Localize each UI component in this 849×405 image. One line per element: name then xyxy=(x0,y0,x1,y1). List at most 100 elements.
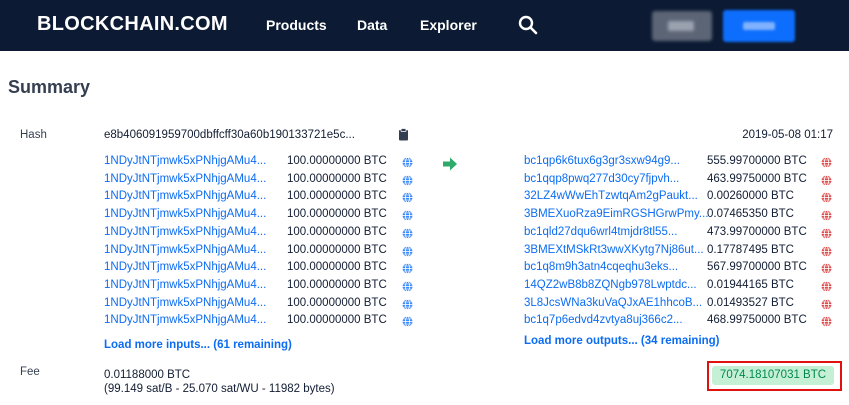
input-address-link[interactable]: 1NDyJtNTjmwk5xPNhjgAMu4... xyxy=(104,226,266,238)
output-amount: 0.01493527 BTC xyxy=(707,296,794,309)
output-amount: 0.07465350 BTC xyxy=(707,208,794,221)
copy-icon[interactable] xyxy=(398,128,409,141)
output-row: 3BMEXuoRza9EimRGSHGrwPmy... 0.07465350 BT… xyxy=(524,208,834,225)
input-address-link[interactable]: 1NDyJtNTjmwk5xPNhjgAMu4... xyxy=(104,208,266,220)
input-amount: 100.00000000 BTC xyxy=(287,243,387,256)
globe-icon[interactable] xyxy=(402,157,413,168)
input-row: 1NDyJtNTjmwk5xPNhjgAMu4... 100.00000000 B… xyxy=(104,261,414,278)
globe-icon[interactable] xyxy=(402,263,413,275)
nav-data[interactable]: Data xyxy=(357,17,387,33)
input-amount: 100.00000000 BTC xyxy=(287,172,387,185)
globe-icon[interactable] xyxy=(821,157,832,168)
input-amount: 100.00000000 BTC xyxy=(287,225,387,238)
input-amount: 100.00000000 BTC xyxy=(287,261,387,274)
output-address-link[interactable]: bc1qp6k6tux6g3gr3sxw94g9... xyxy=(524,155,680,167)
input-address-link[interactable]: 1NDyJtNTjmwk5xPNhjgAMu4... xyxy=(104,279,266,291)
output-address-link[interactable]: 3BMEXuoRza9EimRGSHGrwPmy... xyxy=(524,208,708,220)
input-row: 1NDyJtNTjmwk5xPNhjgAMu4... 100.00000000 B… xyxy=(104,279,414,296)
input-address-link[interactable]: 1NDyJtNTjmwk5xPNhjgAMu4... xyxy=(104,297,266,309)
input-row: 1NDyJtNTjmwk5xPNhjgAMu4... 100.00000000 B… xyxy=(104,314,414,331)
output-address-link[interactable]: 3L8JcsWNa3kuVaQJxAE1hhcoB... xyxy=(524,297,702,309)
load-more-inputs-link[interactable]: Load more inputs... (61 remaining) xyxy=(104,339,292,351)
input-amount: 100.00000000 BTC xyxy=(287,296,387,309)
globe-icon[interactable] xyxy=(821,280,832,292)
output-address-link[interactable]: 32LZ4wWwEhTzwtqAm2gPaukt... xyxy=(524,190,698,202)
search-icon[interactable] xyxy=(517,14,539,36)
output-row: bc1qp6k6tux6g3gr3sxw94g9... 555.99700000 … xyxy=(524,155,834,172)
input-amount: 100.00000000 BTC xyxy=(287,314,387,327)
output-row: 3L8JcsWNa3kuVaQJxAE1hhcoB... 0.01493527 B… xyxy=(524,297,834,314)
fee-value: 0.01188000 BTC xyxy=(104,369,191,381)
globe-icon[interactable] xyxy=(402,298,413,310)
globe-icon[interactable] xyxy=(821,316,832,328)
output-row: bc1q8m9h3atn4cqeqhu3eks... 567.99700000 B… xyxy=(524,261,834,278)
transaction-date: 2019-05-08 01:17 xyxy=(742,129,833,141)
fee-detail: (99.149 sat/B - 25.070 sat/WU - 11982 by… xyxy=(104,383,335,395)
load-more-outputs-link[interactable]: Load more outputs... (34 remaining) xyxy=(524,335,720,347)
globe-icon[interactable] xyxy=(821,210,832,221)
output-amount: 468.99750000 BTC xyxy=(707,314,807,327)
page-title: Summary xyxy=(8,77,91,97)
output-amount: 0.17787495 BTC xyxy=(707,243,794,256)
output-row: bc1qqp8pwq277d30cy7fjpvh... 463.99750000 … xyxy=(524,173,834,190)
total-output-badge: 7074.18107031 BTC xyxy=(712,366,834,385)
output-address-link[interactable]: bc1q7p6edvd4zvtya8uj366c2... xyxy=(524,314,683,326)
input-row: 1NDyJtNTjmwk5xPNhjgAMu4... 100.00000000 B… xyxy=(104,208,414,225)
nav-explorer[interactable]: Explorer xyxy=(420,17,477,33)
output-row: bc1qld27dqu6wrl4tmjdr8tl55... 473.9970000… xyxy=(524,226,834,243)
globe-icon[interactable] xyxy=(821,298,832,310)
input-address-link[interactable]: 1NDyJtNTjmwk5xPNhjgAMu4... xyxy=(104,261,266,273)
output-address-link[interactable]: bc1q8m9h3atn4cqeqhu3eks... xyxy=(524,261,678,273)
output-address-link[interactable]: bc1qld27dqu6wrl4tmjdr8tl55... xyxy=(524,226,677,238)
output-amount: 473.99700000 BTC xyxy=(707,225,807,238)
globe-icon[interactable] xyxy=(402,245,413,257)
arrow-right-icon xyxy=(443,157,457,171)
input-address-link[interactable]: 1NDyJtNTjmwk5xPNhjgAMu4... xyxy=(104,244,266,256)
input-row: 1NDyJtNTjmwk5xPNhjgAMu4... 100.00000000 B… xyxy=(104,155,414,172)
output-amount: 0.01944165 BTC xyxy=(707,278,794,291)
output-amount: 567.99700000 BTC xyxy=(707,261,807,274)
top-navigation-bar: BLOCKCHAIN.COM Products Data Explorer xyxy=(0,0,849,51)
globe-icon[interactable] xyxy=(402,316,413,328)
globe-icon[interactable] xyxy=(402,174,413,186)
fee-info: 0.01188000 BTC (99.149 sat/B - 25.070 sa… xyxy=(104,368,335,396)
input-address-link[interactable]: 1NDyJtNTjmwk5xPNhjgAMu4... xyxy=(104,314,266,326)
input-address-link[interactable]: 1NDyJtNTjmwk5xPNhjgAMu4... xyxy=(104,190,266,202)
globe-icon[interactable] xyxy=(821,192,832,204)
input-address-link[interactable]: 1NDyJtNTjmwk5xPNhjgAMu4... xyxy=(104,173,266,185)
input-amount: 100.00000000 BTC xyxy=(287,278,387,291)
globe-icon[interactable] xyxy=(821,227,832,239)
globe-icon[interactable] xyxy=(402,192,413,204)
input-row: 1NDyJtNTjmwk5xPNhjgAMu4... 100.00000000 B… xyxy=(104,297,414,314)
output-row: 14QZ2wB8b8ZQNgb978Lwptdc... 0.01944165 BT… xyxy=(524,279,834,296)
input-amount: 100.00000000 BTC xyxy=(287,190,387,203)
output-amount: 555.99700000 BTC xyxy=(707,155,807,167)
globe-icon[interactable] xyxy=(402,227,413,239)
output-address-link[interactable]: bc1qqp8pwq277d30cy7fjpvh... xyxy=(524,173,679,185)
output-row: 32LZ4wWwEhTzwtqAm2gPaukt... 0.00260000 BT… xyxy=(524,190,834,207)
blurred-signup-button[interactable] xyxy=(723,10,795,42)
output-row: 3BMEXtMSkRt3wwXKytg7Nj86ut... 0.17787495 … xyxy=(524,244,834,261)
globe-icon[interactable] xyxy=(821,263,832,275)
blockchain-logo[interactable]: BLOCKCHAIN.COM xyxy=(37,13,228,36)
blurred-login-button[interactable] xyxy=(652,11,712,41)
input-row: 1NDyJtNTjmwk5xPNhjgAMu4... 100.00000000 B… xyxy=(104,190,414,207)
globe-icon[interactable] xyxy=(821,174,832,186)
globe-icon[interactable] xyxy=(821,245,832,257)
globe-icon[interactable] xyxy=(402,210,413,221)
input-row: 1NDyJtNTjmwk5xPNhjgAMu4... 100.00000000 B… xyxy=(104,226,414,243)
nav-products[interactable]: Products xyxy=(266,17,327,33)
output-amount: 0.00260000 BTC xyxy=(707,190,794,203)
hash-label: Hash xyxy=(20,129,47,141)
output-address-link[interactable]: 14QZ2wB8b8ZQNgb978Lwptdc... xyxy=(524,279,697,291)
input-row: 1NDyJtNTjmwk5xPNhjgAMu4... 100.00000000 B… xyxy=(104,173,414,190)
input-row: 1NDyJtNTjmwk5xPNhjgAMu4... 100.00000000 B… xyxy=(104,244,414,261)
input-address-link[interactable]: 1NDyJtNTjmwk5xPNhjgAMu4... xyxy=(104,155,266,167)
input-amount: 100.00000000 BTC xyxy=(287,155,387,167)
transaction-hash[interactable]: e8b406091959700dbffcff30a60b190133721e5c… xyxy=(104,129,355,141)
fee-label: Fee xyxy=(20,366,40,378)
output-address-link[interactable]: 3BMEXtMSkRt3wwXKytg7Nj86ut... xyxy=(524,244,704,256)
output-row: bc1q7p6edvd4zvtya8uj366c2... 468.99750000… xyxy=(524,314,834,331)
globe-icon[interactable] xyxy=(402,280,413,292)
input-amount: 100.00000000 BTC xyxy=(287,208,387,221)
